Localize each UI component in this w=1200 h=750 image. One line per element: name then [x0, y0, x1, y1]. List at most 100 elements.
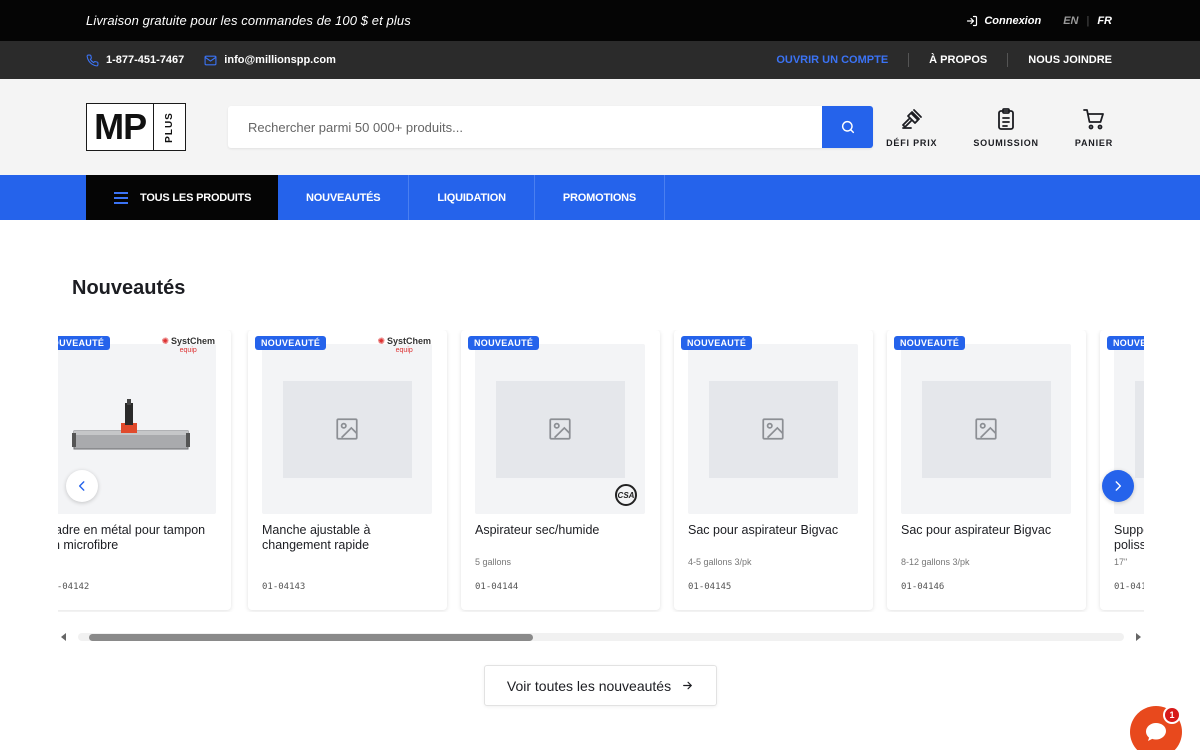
contact-bar: 1-877-451-7467 info@millionspp.com OUVRI…: [0, 41, 1200, 79]
phone-link[interactable]: 1-877-451-7467: [86, 54, 184, 67]
search-input[interactable]: [228, 106, 822, 148]
login-link[interactable]: Connexion: [966, 15, 1041, 27]
search-button[interactable]: [822, 106, 873, 148]
phone-number: 1-877-451-7467: [106, 54, 185, 66]
product-sku: 01-04144: [475, 582, 519, 592]
top-bar-actions: Connexion EN | FR: [966, 15, 1112, 27]
logo-plus: PLUS: [164, 111, 176, 143]
clipboard-icon: [998, 107, 1014, 130]
product-sku: 01-04142: [58, 582, 90, 592]
new-badge: NOUVEAUTÉ: [468, 336, 540, 350]
cart-label: PANIER: [1074, 137, 1113, 148]
logo-mp: MP: [87, 104, 155, 150]
gavel-icon: [901, 108, 922, 129]
nav-clearance[interactable]: LIQUIDATION: [409, 175, 535, 220]
main-header: MP PLUS DÉFI PRIX SOUMISSION PANIER: [0, 79, 1200, 175]
carousel-next-button[interactable]: [1102, 470, 1134, 502]
account-links: OUVRIR UN COMPTE À PROPOS NOUS JOINDRE: [756, 53, 1112, 67]
product-card[interactable]: NOUVEAUTÉ ✺ SystChem equip Manche ajustab…: [248, 330, 447, 610]
brand-logo: ✺ SystChem equip: [377, 336, 431, 355]
product-variant: 5 gallons: [475, 557, 512, 567]
open-account-link[interactable]: OUVRIR UN COMPTE: [756, 54, 908, 66]
product-card[interactable]: NOUVEAUTÉ Sac pour aspirateur Bigvac 8-1…: [887, 330, 1086, 610]
chevron-right-icon: [1115, 481, 1122, 491]
product-image: [901, 344, 1071, 514]
product-variant: 8-12 gallons 3/pk: [901, 557, 970, 567]
language-en[interactable]: EN: [1063, 15, 1078, 27]
search-icon: [841, 120, 854, 134]
search-bar: [228, 106, 873, 148]
image-placeholder-icon: [975, 418, 997, 440]
nav-promotions[interactable]: PROMOTIONS: [535, 175, 666, 220]
product-sku: 01-04147: [1114, 582, 1144, 592]
product-carousel: NOUVEAUTÉ ✺SystChem equip Cadre en métal…: [58, 330, 1144, 612]
image-placeholder-icon: [549, 418, 571, 440]
product-name[interactable]: Aspirateur sec/humide: [475, 523, 650, 538]
product-image: CSA: [475, 344, 645, 514]
carousel-prev-button[interactable]: [66, 470, 98, 502]
free-shipping-promo: Livraison gratuite pour les commandes de…: [86, 13, 411, 28]
product-image: [262, 344, 432, 514]
brand-mark-icon: ✺: [161, 336, 169, 346]
chat-notification-badge: 1: [1163, 706, 1181, 724]
scrollbar-thumb[interactable]: [89, 634, 533, 641]
nav-new[interactable]: NOUVEAUTÉS: [278, 175, 410, 220]
about-link[interactable]: À PROPOS: [909, 54, 1007, 66]
brand-mark-icon: ✺: [377, 336, 385, 346]
phone-icon: [86, 54, 99, 66]
hamburger-icon: [114, 191, 128, 204]
email-link[interactable]: info@millionspp.com: [204, 54, 336, 67]
product-image: [688, 344, 858, 514]
product-name[interactable]: Manche ajustable à changement rapide: [262, 523, 437, 553]
see-all-new-button[interactable]: Voir toutes les nouveautés: [484, 665, 717, 706]
arrow-right-icon: [683, 681, 692, 690]
language-separator: |: [1086, 14, 1090, 27]
scroll-right-arrow-icon[interactable]: [1136, 633, 1141, 641]
mail-icon: [204, 55, 217, 65]
product-sku: 01-04145: [688, 582, 732, 592]
submission-button[interactable]: SOUMISSION: [973, 107, 1039, 148]
image-placeholder-icon: [762, 418, 784, 440]
top-promo-bar: Livraison gratuite pour les commandes de…: [0, 0, 1200, 41]
product-variant: 4-5 gallons 3/pk: [688, 557, 752, 567]
brand-logo: ✺ SystChem equip: [161, 336, 215, 355]
product-variant: 17": [1114, 557, 1128, 567]
carousel-scrollbar[interactable]: [58, 630, 1144, 644]
section-title: Nouveautés: [72, 277, 186, 299]
csa-certification-icon: CSA: [615, 484, 637, 506]
new-badge: NOUVEAUTÉ: [681, 336, 753, 350]
scroll-left-arrow-icon[interactable]: [61, 633, 66, 641]
chat-bubble-icon: [1146, 723, 1166, 741]
chevron-left-icon: [78, 481, 85, 491]
login-label: Connexion: [984, 14, 1042, 27]
product-name[interactable]: Sac pour aspirateur Bigvac: [901, 523, 1076, 538]
product-sku: 01-04143: [262, 582, 306, 592]
contact-us-link[interactable]: NOUS JOINDRE: [1008, 54, 1112, 66]
cart-icon: [1083, 108, 1104, 129]
product-card[interactable]: CSA NOUVEAUTÉ Aspirateur sec/humide 5 ga…: [461, 330, 660, 610]
product-name[interactable]: Cadre en métal pour tampon en microfibre: [58, 523, 221, 553]
mop-frame-image: [72, 399, 190, 450]
see-all-label: Voir toutes les nouveautés: [506, 677, 672, 694]
new-badge: NOUVEAUTÉ: [58, 336, 111, 350]
language-fr[interactable]: FR: [1097, 15, 1112, 27]
price-challenge-button[interactable]: DÉFI PRIX: [886, 107, 937, 148]
new-badge: NOUVEAUTÉ: [894, 336, 966, 350]
site-logo[interactable]: MP PLUS: [86, 103, 186, 151]
product-name[interactable]: Support pour tampon de polissage: [1114, 523, 1144, 553]
product-name[interactable]: Sac pour aspirateur Bigvac: [688, 523, 863, 538]
all-products-label: TOUS LES PRODUITS: [140, 191, 252, 204]
new-badge: NOUVEAUTÉ: [255, 336, 327, 350]
price-challenge-label: DÉFI PRIX: [886, 137, 938, 148]
all-products-menu[interactable]: TOUS LES PRODUITS: [86, 175, 278, 220]
login-icon: [967, 15, 978, 26]
main-navigation: TOUS LES PRODUITS NOUVEAUTÉS LIQUIDATION…: [0, 175, 1200, 220]
product-sku: 01-04146: [901, 582, 945, 592]
header-actions: DÉFI PRIX SOUMISSION PANIER: [886, 107, 1113, 148]
product-card[interactable]: NOUVEAUTÉ Sac pour aspirateur Bigvac 4-5…: [674, 330, 873, 610]
cart-button[interactable]: PANIER: [1075, 107, 1113, 148]
image-placeholder-icon: [336, 418, 358, 440]
submission-label: SOUMISSION: [973, 137, 1039, 148]
new-badge: NOUVEAUTÉ: [1107, 336, 1144, 350]
email-address: info@millionspp.com: [224, 54, 336, 66]
